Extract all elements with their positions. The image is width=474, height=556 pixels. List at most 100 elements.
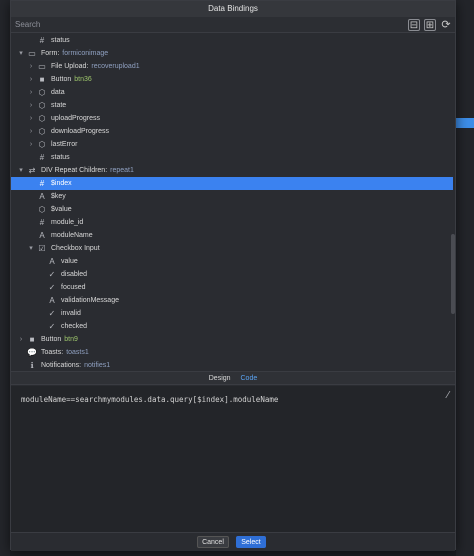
- tree-item[interactable]: › ⬡ data: [11, 86, 453, 99]
- tree-item-label: moduleName: [51, 229, 93, 242]
- bindings-tree: # status ▾ ▭ Form: formiconimage › ▭ File Upload…: [11, 34, 455, 370]
- tree-item-text: Form:: [41, 50, 60, 57]
- tree-item[interactable]: # status: [11, 151, 453, 164]
- tree-item-label: Button btn36: [51, 73, 92, 86]
- tree-item[interactable]: AmoduleName: [11, 229, 453, 242]
- tree-item-label: disabled: [61, 268, 87, 281]
- search-input[interactable]: [15, 18, 395, 31]
- tree-item-text: $key: [51, 193, 66, 200]
- tree-item[interactable]: # $index: [11, 177, 453, 190]
- tree-item[interactable]: A $key: [11, 190, 453, 203]
- select-button[interactable]: Select: [236, 536, 266, 548]
- tree-item[interactable]: ✓ focused: [11, 281, 453, 294]
- tree-item[interactable]: Avalue: [11, 255, 453, 268]
- tree-item-text: $index: [51, 180, 72, 187]
- type-icon: ⬡: [38, 140, 46, 149]
- type-icon: A: [49, 296, 55, 305]
- type-icon: ⬡: [38, 114, 46, 123]
- tree-item[interactable]: ▾ ▭ Form: formiconimage: [11, 47, 453, 60]
- tree-item-text: moduleName: [51, 232, 93, 239]
- tree-item[interactable]: ⬡ $value: [11, 203, 453, 216]
- tree-item[interactable]: ℹ Notifications: notifies1: [11, 359, 453, 370]
- expand-all-icon[interactable]: ⊞: [424, 19, 436, 31]
- collapse-all-icon[interactable]: ⊟: [408, 19, 420, 31]
- chevron-down-icon[interactable]: ▾: [27, 242, 35, 255]
- type-icon: ✓: [48, 270, 56, 279]
- tree-item[interactable]: 💬 Toasts: toasts1: [11, 346, 453, 359]
- chevron-right-icon[interactable]: ›: [27, 73, 35, 86]
- dialog-footer: Cancel Select: [11, 532, 455, 551]
- tree-item[interactable]: › ■ Button btn36: [11, 73, 453, 86]
- type-icon: A: [39, 192, 45, 201]
- tree-item-label: validationMessage: [61, 294, 119, 307]
- chevron-right-icon[interactable]: ›: [27, 86, 35, 99]
- type-icon: ☑: [38, 244, 46, 253]
- type-icon: #: [39, 179, 45, 188]
- tree-item[interactable]: › ⬡ uploadProgress: [11, 112, 453, 125]
- type-icon: ✓: [48, 283, 56, 292]
- tree-item[interactable]: ✓ checked: [11, 320, 453, 333]
- tree-item-label: invalid: [61, 307, 81, 320]
- tree-item-id: formiconimage: [62, 50, 109, 57]
- chevron-right-icon[interactable]: ›: [27, 138, 35, 151]
- tree-item-label: $value: [51, 203, 72, 216]
- tree-item[interactable]: › ⬡ state: [11, 99, 453, 112]
- data-bindings-dialog: Data Bindings ⊟ ⊞ ⟳ #status▾▭Form:formic…: [10, 0, 456, 551]
- tree-item[interactable]: › ⬡ lastError: [11, 138, 453, 151]
- cancel-button[interactable]: Cancel: [197, 536, 229, 548]
- tree-item-text: DIV Repeat Children:: [41, 167, 108, 174]
- tree-item[interactable]: › ⬡ downloadProgress: [11, 125, 453, 138]
- type-icon: 💬: [27, 348, 37, 357]
- tree-item-text: invalid: [61, 310, 81, 317]
- tree-item-label: uploadProgress: [51, 112, 100, 125]
- chevron-down-icon[interactable]: ▾: [17, 47, 25, 60]
- tree-item-label: Button btn9: [41, 333, 78, 346]
- background-code-gutter: [0, 0, 10, 556]
- tab-design[interactable]: Design: [209, 372, 231, 385]
- binding-expression[interactable]: moduleName==searchmymodules.data.query[$…: [21, 395, 278, 404]
- type-icon: ▭: [28, 49, 36, 58]
- tree-item-text: disabled: [61, 271, 88, 278]
- tree-item[interactable]: ✓ disabled: [11, 268, 453, 281]
- tree-item-text: $value: [51, 206, 72, 213]
- tree-item[interactable]: ✓ invalid: [11, 307, 453, 320]
- chevron-right-icon[interactable]: ›: [27, 112, 35, 125]
- tree-item-label: data: [51, 86, 65, 99]
- code-editor[interactable]: moduleName==searchmymodules.data.query[$…: [11, 386, 455, 532]
- tree-item-text: focused: [61, 284, 86, 291]
- type-icon: ⇄: [28, 166, 36, 175]
- tree-item[interactable]: # module_id: [11, 216, 453, 229]
- chevron-down-icon[interactable]: ▾: [17, 164, 25, 177]
- tree-item-label: focused: [61, 281, 86, 294]
- refresh-icon[interactable]: ⟳: [440, 19, 452, 31]
- tree-item-label: downloadProgress: [51, 125, 109, 138]
- tab-code[interactable]: Code: [241, 372, 258, 385]
- tree-item[interactable]: ▾ ☑ Checkbox Input: [11, 242, 453, 255]
- tree-item[interactable]: ▾ ⇄ DIV Repeat Children: repeat1: [11, 164, 453, 177]
- chevron-right-icon[interactable]: ›: [27, 60, 35, 73]
- tree-item[interactable]: › ▭ File Upload: recoverupload1: [11, 60, 453, 73]
- magic-wand-icon[interactable]: ⁄: [447, 390, 449, 401]
- tree-scrollbar[interactable]: [451, 234, 455, 314]
- tree-item-text: status: [51, 154, 70, 161]
- tree-item-text: data: [51, 89, 65, 96]
- chevron-right-icon[interactable]: ›: [17, 333, 25, 346]
- type-icon: ⬡: [38, 127, 46, 136]
- type-icon: ✓: [48, 322, 56, 331]
- tree-item-text: validationMessage: [61, 297, 119, 304]
- search-bar: ⊟ ⊞ ⟳: [11, 17, 455, 33]
- chevron-right-icon[interactable]: ›: [27, 125, 35, 138]
- tree-item[interactable]: # status: [11, 34, 453, 47]
- tree-item-label: value: [61, 255, 78, 268]
- type-icon: ℹ: [30, 361, 34, 370]
- tree-item-label: Checkbox Input: [51, 242, 100, 255]
- tree-item[interactable]: AvalidationMessage: [11, 294, 453, 307]
- tree-item-text: checked: [61, 323, 88, 330]
- tree-item-label: $key: [51, 190, 66, 203]
- tree-item[interactable]: › ■ Button btn9: [11, 333, 453, 346]
- chevron-right-icon[interactable]: ›: [27, 99, 35, 112]
- type-icon: ■: [39, 75, 45, 84]
- type-icon: ▭: [38, 62, 46, 71]
- tree-item-label: status: [51, 34, 70, 47]
- tree-item-label: Notifications: notifies1: [41, 359, 110, 370]
